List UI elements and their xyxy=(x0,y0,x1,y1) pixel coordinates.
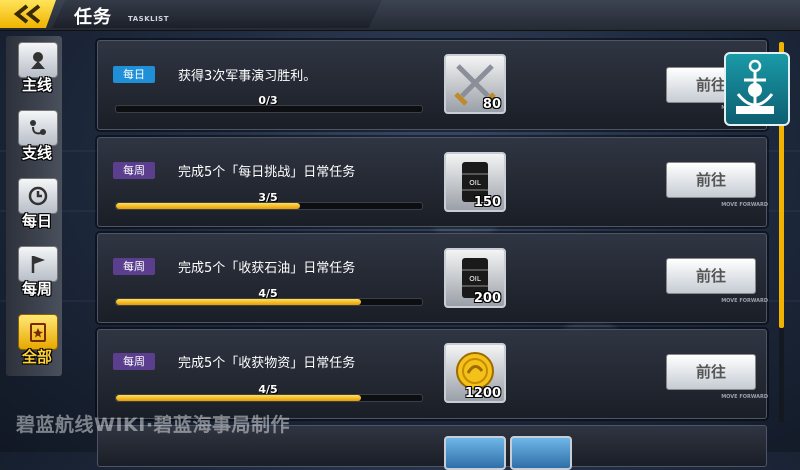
go-button[interactable]: 前往 xyxy=(666,162,756,198)
reward-quantity: 150 xyxy=(473,195,501,210)
progress-bar xyxy=(115,105,423,113)
sidebar-item-weekly[interactable]: 每周 xyxy=(14,244,60,304)
reward-item[interactable] xyxy=(510,436,572,470)
sidebar-item-main[interactable]: 主线 xyxy=(14,40,60,100)
task-description: 完成5个「收获石油」日常任务 xyxy=(178,261,356,276)
reward-quantity: 80 xyxy=(482,97,501,112)
sidebar-item-label: 支线 xyxy=(21,144,52,162)
task-description: 获得3次军事演习胜利。 xyxy=(178,69,317,84)
go-button-subtitle: MOVE FORWARD xyxy=(721,298,768,304)
reward-item[interactable]: OIL 200 xyxy=(444,248,506,308)
reward-item[interactable]: 80 xyxy=(444,54,506,114)
task-description: 完成5个「每日挑战」日常任务 xyxy=(178,165,356,180)
reward-quantity: 200 xyxy=(473,291,501,306)
sidebar-item-all[interactable]: 全部 xyxy=(14,312,60,372)
sidebar-item-label: 每周 xyxy=(21,280,52,298)
task-type-badge: 每日 xyxy=(113,66,155,83)
sidebar-item-daily[interactable]: 每日 xyxy=(14,176,60,236)
go-button[interactable]: 前往 xyxy=(666,354,756,390)
svg-text:OIL: OIL xyxy=(469,179,481,187)
route-pins-icon xyxy=(18,110,58,146)
progress-fill xyxy=(116,395,361,401)
reward-item[interactable]: OIL 150 xyxy=(444,152,506,212)
task-description: 完成5个「收获物资」日常任务 xyxy=(178,356,356,371)
svg-text:OIL: OIL xyxy=(469,275,481,283)
task-type-badge: 每周 xyxy=(113,258,155,275)
sidebar-item-label: 全部 xyxy=(21,348,52,366)
progress-bar xyxy=(115,202,423,210)
sidebar-item-label: 主线 xyxy=(21,76,52,94)
sidebar-item-side[interactable]: 支线 xyxy=(14,108,60,168)
task-type-badge: 每周 xyxy=(113,162,155,179)
reward-item[interactable]: 1200 xyxy=(444,343,506,403)
flag-icon xyxy=(18,246,58,282)
progress-fill xyxy=(116,203,300,209)
page-subtitle: TASKLIST xyxy=(128,15,169,23)
category-sidebar: 主线 支线 每日 每周 全部 xyxy=(6,36,62,376)
progress-bar xyxy=(115,394,423,402)
map-pin-icon xyxy=(18,42,58,78)
page-title: 任务 xyxy=(74,7,112,28)
progress-bar xyxy=(115,298,423,306)
sidebar-item-label: 每日 xyxy=(21,212,52,230)
maritime-bureau-emblem xyxy=(724,52,790,126)
clock-history-icon xyxy=(18,178,58,214)
double-chevron-left-icon xyxy=(13,4,41,24)
progress-fill xyxy=(116,299,361,305)
anchor-emblem-icon xyxy=(736,59,774,114)
task-type-badge: 每周 xyxy=(113,353,155,370)
task-card: 每日 获得3次军事演习胜利。 0/3 80 前往 MOVE FORWARD xyxy=(97,40,768,130)
task-card: 每周 完成5个「每日挑战」日常任务 3/5 OIL 150 前往 MOVE FO… xyxy=(97,137,768,227)
task-card: 每周 完成5个「收获石油」日常任务 4/5 OIL 200 前往 MOVE FO… xyxy=(97,233,768,323)
go-button-subtitle: MOVE FORWARD xyxy=(721,394,768,400)
reward-quantity: 1200 xyxy=(464,386,501,401)
clipboard-star-icon xyxy=(18,314,58,350)
go-button-subtitle: MOVE FORWARD xyxy=(721,202,768,208)
reward-item[interactable] xyxy=(444,436,506,470)
go-button[interactable]: 前往 xyxy=(666,258,756,294)
watermark: 碧蓝航线WIKI·碧蓝海事局制作 xyxy=(16,414,291,436)
task-card: 每周 完成5个「收获物资」日常任务 4/5 1200 前往 MOVE FORWA… xyxy=(97,329,768,419)
